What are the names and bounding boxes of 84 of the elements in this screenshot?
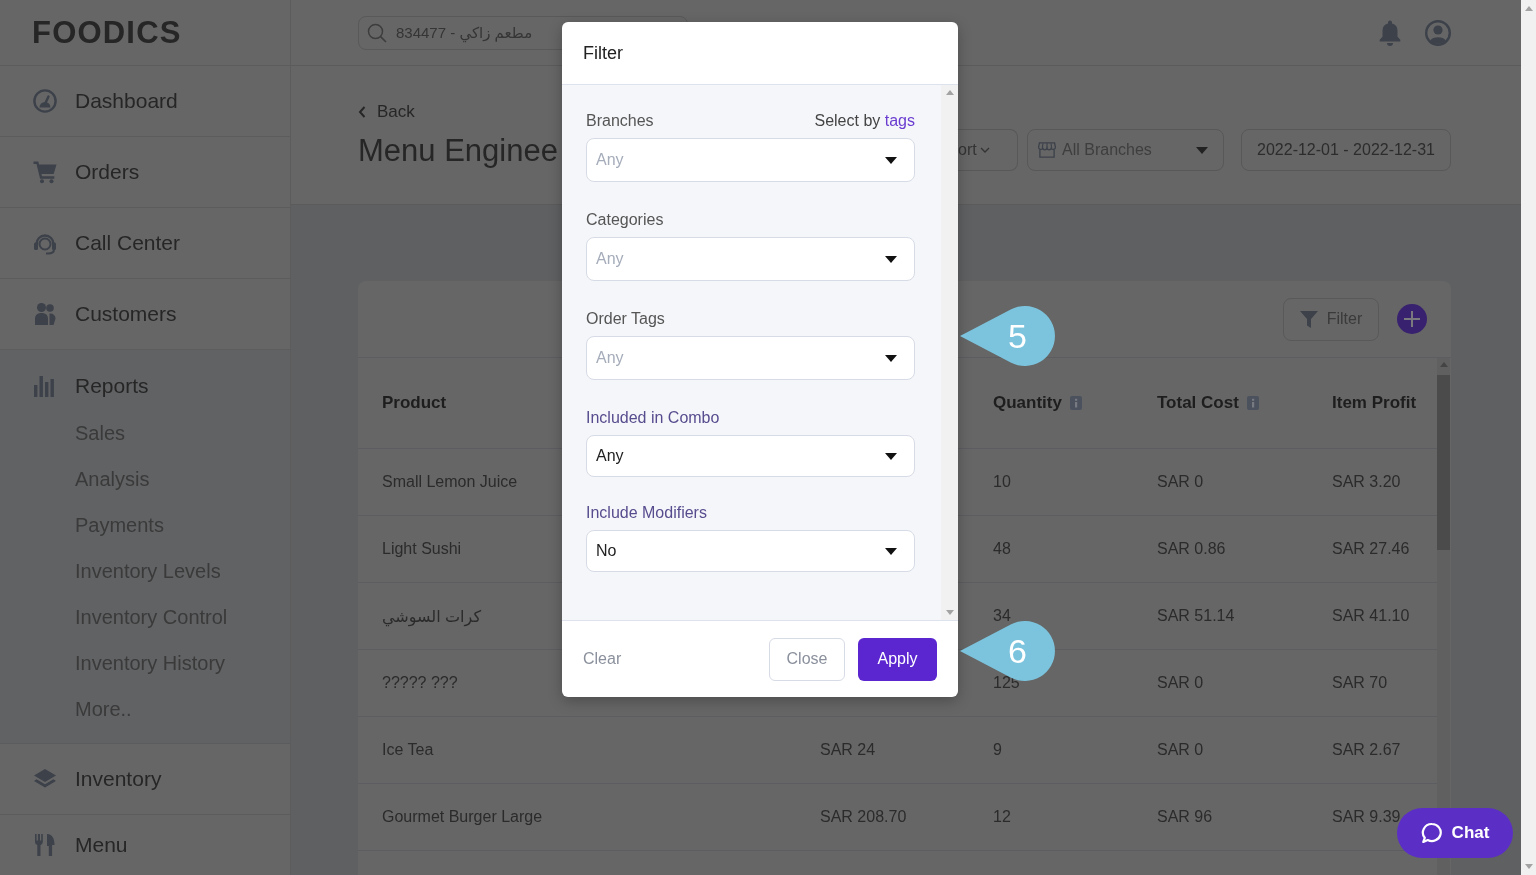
column-header: Quantity [993,393,1062,413]
field-label: Include Modifiers [586,504,707,522]
page-title: Menu Enginee [358,133,558,169]
table-cell: 48 [993,540,1011,557]
info-icon[interactable] [1246,396,1259,410]
chat-bubble-icon [1420,822,1443,844]
select-field[interactable]: Any [586,336,915,380]
field-label: Included in Combo [586,409,720,427]
table-cell: كرات السوشي [382,607,481,625]
table-cell: Gourmet Burger Large [382,808,543,825]
caret-down-icon [885,354,897,362]
table-cell: Light Sushi [382,540,462,557]
select-field[interactable]: Any [586,138,915,182]
nav-item[interactable]: Reports [0,350,290,410]
column-header: Item Profit [1332,393,1417,413]
table-cell: SAR 70 [1332,674,1388,691]
headset-icon [33,231,57,255]
scroll-down-arrow-icon[interactable] [1524,864,1533,869]
nav-item[interactable]: Orders [0,137,290,208]
table-cell: SAR 27.46 [1332,540,1410,557]
table-cell: SAR 0 [1157,741,1204,758]
caret-down-icon [885,255,897,263]
select-field[interactable]: Any [586,435,915,477]
select-by-text: Select by tags [814,112,915,130]
apply-button[interactable]: Apply [858,637,937,681]
cart-icon [33,160,57,184]
table-cell: SAR 51.14 [1157,607,1235,624]
bell-icon[interactable] [1379,19,1401,46]
back-link[interactable]: Back [358,102,415,122]
table-cell: 9 [993,741,1002,758]
field-label: Categories [586,211,664,229]
table-cell: ????? ??? [382,674,458,691]
scroll-up-arrow-icon[interactable] [945,90,954,95]
scroll-up-arrow-icon[interactable] [1524,6,1533,11]
funnel-icon [1299,310,1318,328]
caret-down-icon [1196,146,1208,154]
bar-chart-icon [33,374,57,398]
fork-knife-icon [33,833,57,857]
table-cell: SAR 24 [820,741,876,758]
nav-item[interactable]: Call Center [0,208,290,279]
table-cell: SAR 208.70 [820,808,907,825]
people-icon [33,302,57,326]
table-cell: Ice Tea [382,741,434,758]
column-header: Total Cost [1157,393,1239,413]
step-callout: 5 [960,306,1055,366]
add-button[interactable] [1397,304,1427,334]
scrollbar-thumb[interactable] [1437,375,1450,550]
table-cell: SAR 2.67 [1332,741,1401,758]
caret-down-icon [885,547,897,555]
gauge-icon [33,89,57,113]
search-icon [367,22,387,43]
nav-item[interactable]: Inventory [0,744,290,815]
clear-link[interactable]: Clear [583,650,622,668]
table-cell: SAR 0 [1157,473,1204,490]
scroll-up-arrow-icon[interactable] [1439,362,1448,367]
plus-icon [1404,311,1420,327]
caret-down-icon [885,156,897,164]
nav-item[interactable]: Dashboard [0,66,290,137]
table-cell: SAR 96 [1157,808,1213,825]
chevron-down-icon [979,147,990,153]
date-range-button[interactable]: 2022-12-01 - 2022-12-31 [1241,129,1451,171]
table-cell: SAR 0 [1157,674,1204,691]
close-button[interactable]: Close [769,637,845,681]
select-field[interactable]: Any [586,237,915,281]
table-cell: SAR 0.86 [1157,540,1226,557]
table-cell: SAR 41.10 [1332,607,1410,624]
nav-item[interactable]: Menu [0,815,290,875]
tags-link[interactable]: tags [884,112,915,129]
chevron-left-icon [358,106,366,118]
select-field[interactable]: No [586,530,915,572]
avatar-icon[interactable] [1425,19,1451,46]
scroll-down-arrow-icon[interactable] [945,610,954,615]
field-label: Order Tags [586,310,665,328]
caret-down-icon [885,452,897,460]
column-header: Product [382,393,447,413]
info-icon[interactable] [1069,396,1082,410]
table-cell: 10 [993,473,1011,490]
foodics-logo[interactable]: FOODICS [32,17,182,48]
table-cell: SAR 3.20 [1332,473,1401,490]
table-cell: 34 [993,607,1011,624]
table-cell: 12 [993,808,1011,825]
field-label: Branches [586,112,654,130]
store-icon [1038,142,1056,158]
table-cell: Small Lemon Juice [382,473,518,490]
